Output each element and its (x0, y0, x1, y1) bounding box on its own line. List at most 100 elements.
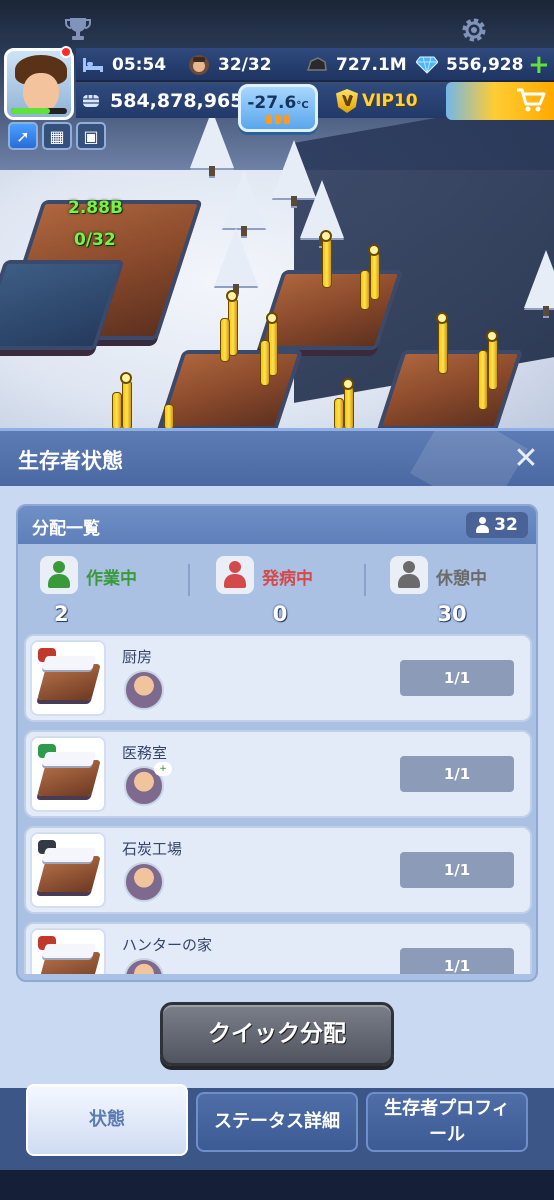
time-resource[interactable]: 05:54 (82, 48, 166, 82)
snow-tree (190, 110, 234, 176)
worker-count-button[interactable]: 1/1 (400, 852, 514, 888)
coal-factory-icon (30, 832, 106, 908)
shopping-cart-icon (517, 88, 546, 112)
survivor-status-panel: 生存者状態 ✕ 分配一覧 32 作業中 2 発病中 0 休憩中 30 厨房 1/… (0, 428, 554, 1088)
quick-assign-button[interactable]: クイック分配 (160, 1002, 394, 1066)
fist-icon (80, 90, 102, 112)
heat-indicator-icon (120, 372, 132, 384)
heat-indicator-icon (266, 312, 278, 324)
power-resource[interactable]: 584,878,965 (80, 84, 243, 118)
heat-indicator-icon (486, 330, 498, 342)
heater-pipe (370, 252, 380, 300)
temperature-display[interactable]: -27.6°C (238, 84, 318, 132)
worker-count-button[interactable]: 1/1 (400, 660, 514, 696)
trophy-icon[interactable] (64, 16, 92, 42)
stat-value: 2 (54, 602, 69, 626)
heater-pipe (344, 386, 354, 430)
medical-cross-icon: + (154, 762, 172, 776)
survivor-value: 32/32 (218, 55, 272, 75)
panel-header: 生存者状態 ✕ (0, 428, 554, 486)
heat-level-indicator (241, 115, 315, 124)
stat-label: 発病中 (262, 569, 313, 589)
arrow-up-icon[interactable]: ➚ (8, 122, 38, 150)
infirmary-building-icon (30, 736, 106, 812)
job-name: ハンターの家 (122, 936, 213, 954)
worker-count-button[interactable]: 1/1 (400, 756, 514, 792)
list-item[interactable]: 医務室 + 1/1 (24, 730, 532, 818)
stat-working: 作業中 2 (40, 556, 190, 630)
heat-indicator-icon (320, 230, 332, 242)
worker-count: 0/32 (74, 230, 116, 250)
stat-sick: 発病中 0 (216, 556, 366, 630)
list-item[interactable]: 石炭工場 1/1 (24, 826, 532, 914)
stat-label: 休憩中 (436, 569, 487, 589)
power-value: 584,878,965 (110, 90, 244, 112)
heater-pipe (164, 404, 174, 430)
bottom-tab-bar: 状態 ステータス詳細 生存者プロフィール (0, 1084, 554, 1170)
temperature-unit: °C (296, 100, 309, 111)
list-item[interactable]: 厨房 1/1 (24, 634, 532, 722)
player-avatar[interactable] (4, 48, 74, 120)
diamond-icon (416, 54, 438, 76)
snow-tree (214, 228, 258, 294)
job-name: 医務室 (122, 744, 168, 762)
tab-status-details[interactable]: ステータス詳細 (196, 1092, 358, 1152)
divider (364, 564, 366, 596)
stat-value: 0 (272, 602, 288, 626)
coal-icon (306, 54, 328, 76)
system-nav-area (0, 1170, 554, 1200)
close-icon[interactable]: ✕ (510, 443, 542, 475)
gem-value: 556,928 (446, 55, 524, 75)
plus-icon[interactable]: + (528, 48, 550, 82)
heater-pipe (488, 338, 498, 390)
allocation-title: 分配一覧 (32, 519, 100, 539)
gem-resource[interactable]: 556,928 (416, 48, 523, 82)
heater-pipe (334, 398, 344, 430)
bed-icon (82, 54, 104, 76)
gear-icon[interactable] (460, 16, 488, 44)
divider (188, 564, 190, 596)
time-value: 05:54 (112, 55, 167, 75)
survivor-resource[interactable]: 32/32 (188, 48, 272, 82)
allocation-header: 分配一覧 32 (18, 506, 536, 544)
worker-avatar[interactable] (124, 862, 164, 902)
snow-tree (300, 180, 344, 246)
heat-indicator-icon (436, 312, 448, 324)
heat-indicator-icon (226, 290, 238, 302)
kitchen-building-icon (30, 640, 106, 716)
heat-indicator-icon (368, 244, 380, 256)
snow-tree (524, 250, 554, 316)
quick-icons: ➚ ▦ ▣ (8, 122, 106, 150)
person-icon (390, 556, 428, 594)
person-icon (476, 517, 490, 533)
hunter-house-icon (30, 928, 106, 974)
person-icon (40, 556, 78, 594)
stat-value: 30 (437, 602, 467, 626)
temperature-value: -27.6 (247, 93, 297, 113)
worker-count-button[interactable]: 1/1 (400, 948, 514, 974)
person-icon (216, 556, 254, 594)
shop-button[interactable] (446, 82, 554, 120)
tab-status[interactable]: 状態 (26, 1084, 188, 1156)
list-item[interactable]: ハンターの家 1/1 (24, 922, 532, 974)
heater-pipe (438, 320, 448, 374)
stat-label: 作業中 (86, 569, 137, 589)
notification-dot (60, 46, 72, 58)
job-list[interactable]: 厨房 1/1 医務室 + 1/1 石炭工場 1/1 ハンターの家 1/1 (24, 634, 532, 974)
heater-pipe (122, 380, 132, 430)
survivor-face-icon (188, 54, 210, 76)
coal-resource[interactable]: 727.1M (306, 48, 407, 82)
stat-resting: 休憩中 30 (390, 556, 536, 630)
heater-pipe (478, 350, 488, 410)
resource-bar: 05:54 32/32 727.1M 556,928 + (76, 48, 554, 82)
worker-avatar[interactable]: + (124, 762, 172, 806)
vip-badge[interactable]: V VIP10 (336, 86, 418, 116)
total-survivors: 32 (494, 515, 518, 535)
heater-pipe (322, 238, 332, 288)
allocation-card: 分配一覧 32 作業中 2 発病中 0 休憩中 30 厨房 1/1 医務室 + … (16, 504, 538, 982)
worker-avatar[interactable] (124, 958, 164, 974)
building-shortcut-icon[interactable]: ▦ (42, 122, 72, 150)
tab-survivor-profile[interactable]: 生存者プロフィール (366, 1092, 528, 1152)
map-shortcut-icon[interactable]: ▣ (76, 122, 106, 150)
worker-avatar[interactable] (124, 670, 164, 710)
